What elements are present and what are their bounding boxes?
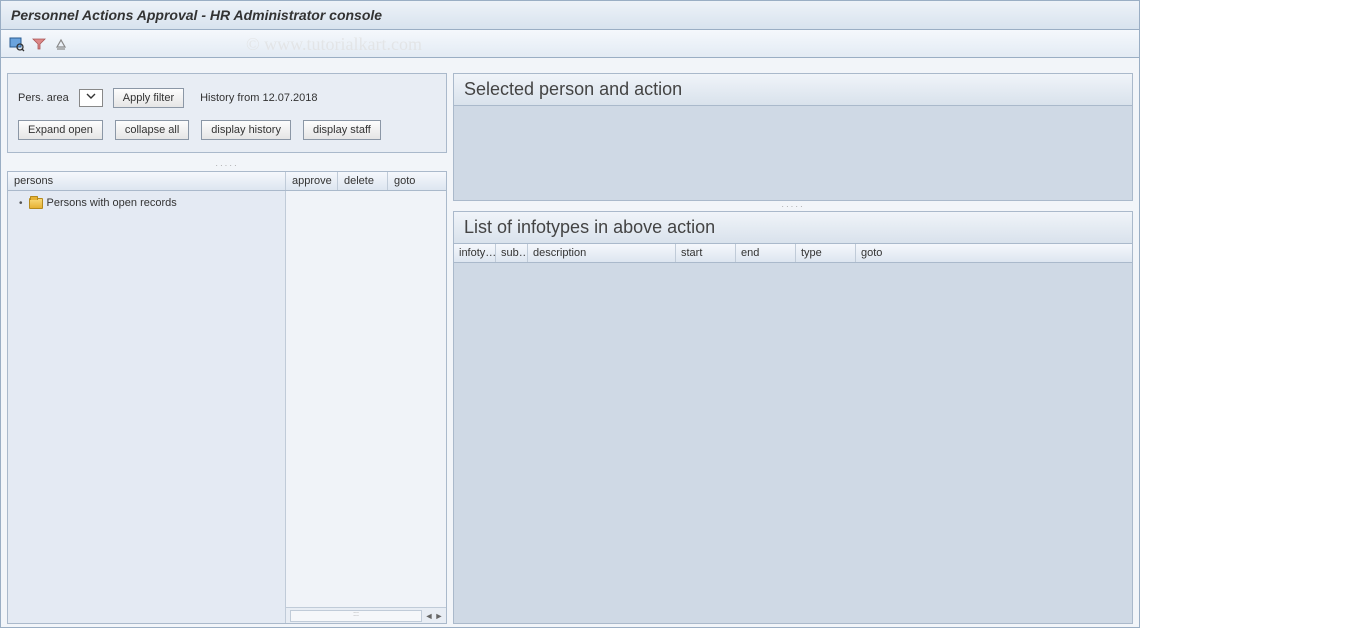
selected-person-panel: Selected person and action [453, 73, 1133, 201]
window-title: Personnel Actions Approval - HR Administ… [11, 7, 382, 23]
pers-area-dropdown[interactable] [79, 89, 103, 107]
tree-header-persons[interactable]: persons [8, 172, 286, 190]
application-toolbar [1, 30, 1139, 58]
folder-icon [29, 198, 43, 209]
tree-header-goto[interactable]: goto [388, 172, 438, 190]
collapse-all-button[interactable]: collapse all [115, 120, 189, 140]
infotype-header-description[interactable]: description [528, 244, 676, 262]
right-panel: Selected person and action ····· List of… [453, 73, 1133, 624]
apply-filter-button[interactable]: Apply filter [113, 88, 184, 108]
inspect-icon[interactable] [9, 36, 25, 52]
tree-right-columns: ::: ◄ ► [286, 191, 446, 623]
tree-horizontal-scrollbar[interactable]: ::: ◄ ► [286, 607, 446, 623]
selected-person-body [454, 106, 1132, 200]
infotype-header-start[interactable]: start [676, 244, 736, 262]
app-window: Personnel Actions Approval - HR Administ… [0, 0, 1140, 628]
scroll-right-icon[interactable]: ► [434, 611, 444, 621]
infotypes-body [454, 263, 1132, 623]
infotype-header-sub[interactable]: sub… [496, 244, 528, 262]
expand-open-button[interactable]: Expand open [18, 120, 103, 140]
display-staff-button[interactable]: display staff [303, 120, 381, 140]
tree-item[interactable]: • Persons with open records [12, 195, 281, 211]
scroll-left-icon[interactable]: ◄ [424, 611, 434, 621]
history-from-label: History from 12.07.2018 [200, 92, 317, 104]
bullet-icon: • [19, 198, 23, 209]
sort-icon[interactable] [53, 36, 69, 52]
infotype-header-goto[interactable]: goto [856, 244, 906, 262]
tree-item-label: Persons with open records [47, 197, 177, 209]
infotypes-title: List of infotypes in above action [454, 212, 1132, 244]
tree-header: persons approve delete goto [8, 172, 446, 191]
horizontal-splitter[interactable]: ····· [7, 163, 447, 171]
infotype-header-end[interactable]: end [736, 244, 796, 262]
scroll-track[interactable]: ::: [290, 610, 422, 622]
persons-tree: persons approve delete goto • Persons wi… [7, 171, 447, 624]
infotypes-header: infoty… sub… description start end type … [454, 244, 1132, 263]
infotypes-panel: List of infotypes in above action infoty… [453, 211, 1133, 624]
filter-icon[interactable] [31, 36, 47, 52]
selected-person-title: Selected person and action [454, 74, 1132, 106]
tree-header-delete[interactable]: delete [338, 172, 388, 190]
tree-body: • Persons with open records ::: ◄ ► [8, 191, 446, 623]
infotype-header-infoty[interactable]: infoty… [454, 244, 496, 262]
filter-box: Pers. area Apply filter History from 12.… [7, 73, 447, 153]
window-title-bar: Personnel Actions Approval - HR Administ… [1, 1, 1139, 30]
main-content: Pers. area Apply filter History from 12.… [1, 58, 1139, 628]
pers-area-label: Pers. area [18, 92, 69, 104]
infotype-header-type[interactable]: type [796, 244, 856, 262]
tree-header-approve[interactable]: approve [286, 172, 338, 190]
left-panel: Pers. area Apply filter History from 12.… [7, 73, 447, 624]
tree-persons-column: • Persons with open records [8, 191, 286, 623]
display-history-button[interactable]: display history [201, 120, 291, 140]
